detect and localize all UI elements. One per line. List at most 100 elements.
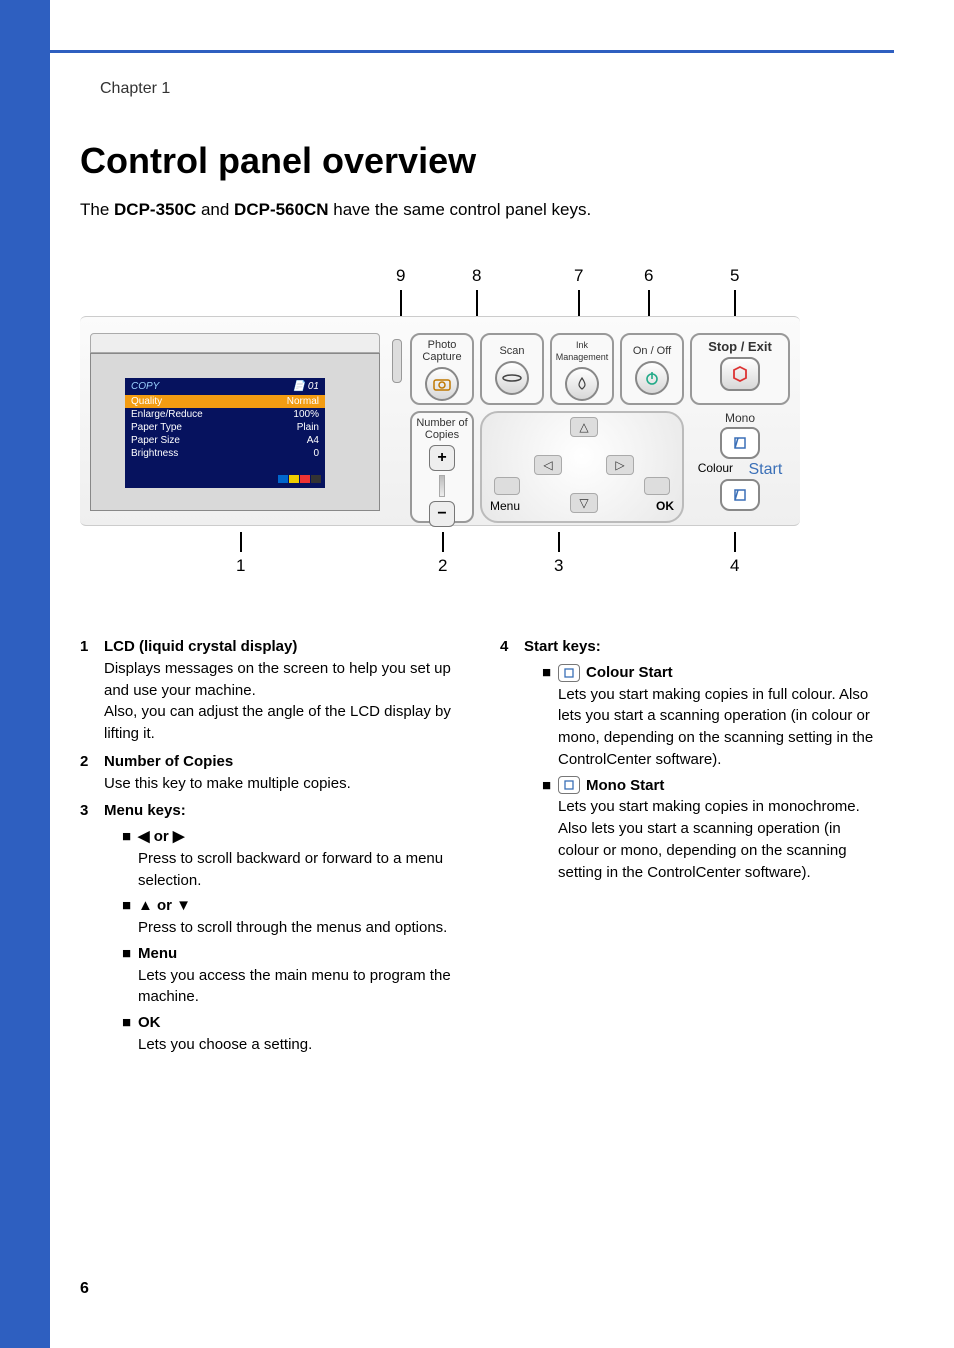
colour-label: Colour	[698, 461, 733, 479]
lcd-r5a: Brightness	[131, 448, 178, 459]
desc-4-s1-text: Lets you start making copies in full col…	[558, 684, 880, 771]
desc-3-s3-label: Menu	[138, 943, 177, 965]
intro-post: have the same control panel keys.	[329, 200, 592, 219]
desc-1-num: 1	[80, 636, 104, 745]
desc-4-s2-text: Lets you start making copies in monochro…	[558, 796, 880, 883]
copies-label: Number of Copies	[412, 413, 472, 441]
callouts-top: 9 8 7 6 5	[80, 260, 800, 320]
ok-key[interactable]	[644, 477, 670, 495]
desc-2-title: Number of Copies	[104, 751, 460, 773]
desc-3-title: Menu keys:	[104, 800, 460, 822]
callouts-bottom: 1 2 3 4	[80, 532, 800, 582]
callout-3: 3	[554, 556, 563, 576]
camera-icon	[425, 367, 459, 401]
lcd-r4b: A4	[307, 435, 319, 446]
intro-mid: and	[196, 200, 234, 219]
scan-label: Scan	[482, 335, 542, 357]
page-number: 6	[80, 1280, 89, 1298]
mono-label: Mono	[690, 411, 790, 425]
stop-label: Stop / Exit	[692, 335, 788, 353]
colour-start-icon	[558, 664, 580, 682]
lcd-count: 📄 01	[293, 381, 319, 392]
control-panel-diagram: 9 8 7 6 5 COPY 📄 01 Quality Normal Enlarge…	[80, 260, 800, 580]
desc-3-s1-text: Press to scroll backward or forward to a…	[138, 848, 460, 892]
ok-key-label: OK	[656, 499, 674, 513]
stop-icon	[720, 357, 760, 391]
mono-start-key[interactable]	[720, 427, 760, 459]
desc-3: 3 Menu keys: ■◀ or ▶ Press to scroll bac…	[80, 800, 460, 1059]
photo-capture-key[interactable]: Photo Capture	[410, 333, 474, 405]
lcd-ink-icon	[277, 475, 321, 486]
page-title: Control panel overview	[80, 140, 476, 182]
lcd-r1a: Quality	[131, 396, 162, 407]
desc-2: 2 Number of Copies Use this key to make …	[80, 751, 460, 795]
model-2: DCP-560CN	[234, 200, 328, 219]
desc-2-p1: Use this key to make multiple copies.	[104, 773, 460, 795]
lcd-r1b: Normal	[287, 396, 319, 407]
callout-2: 2	[438, 556, 447, 576]
desc-3-s4-text: Lets you choose a setting.	[138, 1034, 460, 1056]
desc-3-num: 3	[80, 800, 104, 1059]
desc-3-s1-label: ◀ or ▶	[138, 826, 184, 848]
desc-4-s1-label: Colour Start	[586, 662, 673, 684]
scan-icon	[495, 361, 529, 395]
photo-capture-label: Photo Capture	[412, 335, 472, 363]
desc-4-num: 4	[500, 636, 524, 887]
panel-body: COPY 📄 01 Quality Normal Enlarge/Reduce 100…	[80, 316, 800, 526]
arrow-right-key[interactable]: ▷	[606, 455, 634, 475]
intro-text: The DCP-350C and DCP-560CN have the same…	[80, 200, 591, 220]
menu-key[interactable]	[494, 477, 520, 495]
ink-drop-icon	[565, 367, 599, 401]
power-icon	[635, 361, 669, 395]
desc-3-s2-label: ▲ or ▼	[138, 895, 191, 917]
desc-4-s2-label: Mono Start	[586, 775, 664, 797]
lcd-r3b: Plain	[297, 422, 319, 433]
minus-icon[interactable]: −	[429, 501, 455, 527]
scan-key[interactable]: Scan	[480, 333, 544, 405]
lcd-r3a: Paper Type	[131, 422, 182, 433]
lcd-r2b: 100%	[293, 409, 319, 420]
desc-1-p2: Also, you can adjust the angle of the LC…	[104, 701, 460, 745]
model-1: DCP-350C	[114, 200, 196, 219]
ink-key[interactable]: Ink Management	[550, 333, 614, 405]
callout-5: 5	[730, 266, 739, 286]
colour-start-key[interactable]	[720, 479, 760, 511]
callout-4: 4	[730, 556, 739, 576]
desc-1: 1 LCD (liquid crystal display) Displays …	[80, 636, 460, 745]
plus-icon[interactable]: +	[429, 445, 455, 471]
start-keys: Mono Colour Start	[690, 411, 790, 523]
desc-3-s3-text: Lets you access the main menu to program…	[138, 965, 460, 1009]
desc-1-title: LCD (liquid crystal display)	[104, 636, 460, 658]
desc-3-s2-text: Press to scroll through the menus and op…	[138, 917, 460, 939]
mono-start-icon	[558, 776, 580, 794]
arrow-left-key[interactable]: ◁	[534, 455, 562, 475]
descriptions: 1 LCD (liquid crystal display) Displays …	[80, 636, 880, 1066]
lcd-r5b: 0	[313, 448, 319, 459]
callout-1: 1	[236, 556, 245, 576]
intro-pre: The	[80, 200, 114, 219]
desc-1-p1: Displays messages on the screen to help …	[104, 658, 460, 702]
lcd-title: COPY	[131, 381, 159, 392]
start-label: Start	[748, 461, 782, 479]
callout-6: 6	[644, 266, 653, 286]
arrow-up-key[interactable]: △	[570, 417, 598, 437]
lcd: COPY 📄 01 Quality Normal Enlarge/Reduce 100…	[90, 333, 380, 511]
lcd-r2a: Enlarge/Reduce	[131, 409, 203, 420]
lcd-r4a: Paper Size	[131, 435, 180, 446]
onoff-label: On / Off	[622, 335, 682, 357]
lcd-screen: COPY 📄 01 Quality Normal Enlarge/Reduce 100…	[125, 378, 325, 488]
top-rule	[50, 50, 894, 53]
menu-key-label: Menu	[490, 499, 520, 513]
onoff-key[interactable]: On / Off	[620, 333, 684, 405]
ink-label: Ink Management	[552, 335, 612, 363]
copies-key[interactable]: Number of Copies + −	[410, 411, 474, 523]
side-tab	[0, 0, 50, 1348]
dpad: △ ▽ ◁ ▷	[532, 413, 636, 517]
desc-2-num: 2	[80, 751, 104, 795]
copies-bar	[439, 475, 445, 497]
callout-7: 7	[574, 266, 583, 286]
stop-key[interactable]: Stop / Exit	[690, 333, 790, 405]
callout-8: 8	[472, 266, 481, 286]
callout-9: 9	[396, 266, 405, 286]
arrow-down-key[interactable]: ▽	[570, 493, 598, 513]
